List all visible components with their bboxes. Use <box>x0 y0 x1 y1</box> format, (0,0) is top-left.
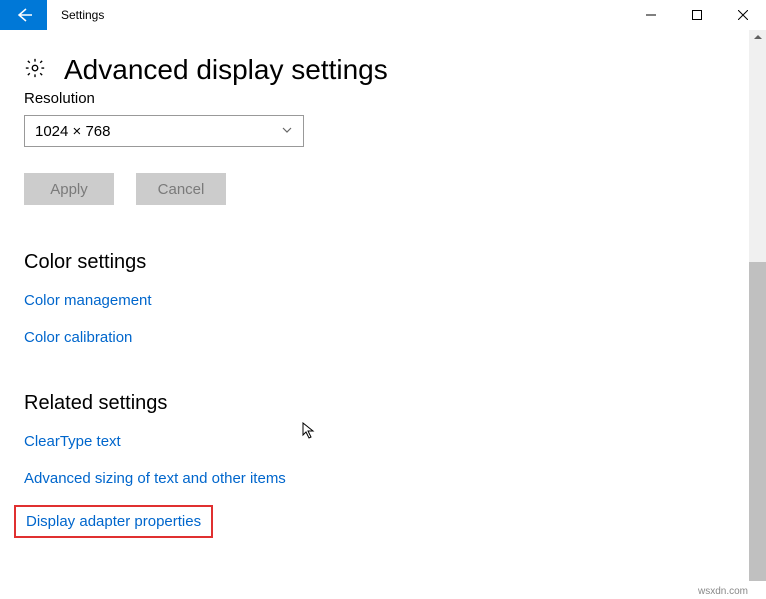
cancel-button[interactable]: Cancel <box>136 173 226 205</box>
window-controls <box>628 0 766 30</box>
apply-button[interactable]: Apply <box>24 173 114 205</box>
advanced-sizing-link[interactable]: Advanced sizing of text and other items <box>24 470 286 487</box>
related-settings-heading: Related settings <box>24 392 742 415</box>
cleartype-link[interactable]: ClearType text <box>24 433 121 450</box>
close-button[interactable] <box>720 0 766 30</box>
back-button[interactable] <box>0 0 47 30</box>
color-calibration-link[interactable]: Color calibration <box>24 329 132 346</box>
resolution-value: 1024 × 768 <box>35 123 111 140</box>
resolution-select[interactable]: 1024 × 768 <box>24 115 304 147</box>
scrollbar-thumb[interactable] <box>749 262 766 581</box>
scrollbar[interactable] <box>749 30 766 581</box>
watermark: wsxdn.com <box>698 586 748 597</box>
resolution-label: Resolution <box>24 90 742 107</box>
gear-icon <box>24 57 46 84</box>
color-management-link[interactable]: Color management <box>24 292 152 309</box>
color-settings-heading: Color settings <box>24 251 742 274</box>
chevron-down-icon <box>281 123 293 140</box>
window-title: Settings <box>47 0 628 30</box>
display-adapter-link[interactable]: Display adapter properties <box>26 513 201 530</box>
highlight-annotation: Display adapter properties <box>14 505 213 538</box>
page-title: Advanced display settings <box>64 54 388 86</box>
minimize-button[interactable] <box>628 0 674 30</box>
scroll-up-icon[interactable] <box>749 32 766 42</box>
button-row: Apply Cancel <box>24 173 742 205</box>
titlebar: Settings <box>0 0 766 30</box>
content-area: Advanced display settings Resolution 102… <box>0 30 766 599</box>
maximize-button[interactable] <box>674 0 720 30</box>
page-header: Advanced display settings <box>24 30 742 94</box>
